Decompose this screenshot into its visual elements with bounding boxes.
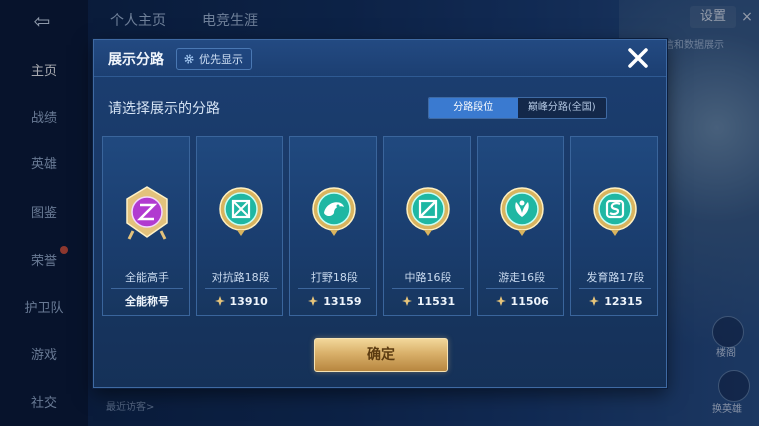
lane-title: 对抗路18段: [211, 271, 270, 284]
card-divider: [579, 288, 652, 289]
lane-score: 12315: [604, 294, 643, 308]
card-divider: [111, 288, 183, 289]
tab-lane-rank[interactable]: 分路段位: [429, 98, 518, 118]
all-round-title-row: 全能称号: [103, 292, 191, 310]
jungle-emblem-icon: [312, 187, 357, 236]
score-icon: [214, 296, 225, 306]
close-icon[interactable]: [624, 44, 652, 72]
lane-score-row: 11531: [384, 292, 472, 310]
lane-card-farm[interactable]: 发育路17段 12315: [570, 136, 659, 316]
select-lane-prompt: 请选择展示的分路: [108, 101, 220, 117]
dialog-title: 展示分路: [108, 52, 164, 68]
lane-score-row: 13910: [197, 292, 285, 310]
lane-title: 发育路17段: [586, 271, 645, 284]
card-divider: [204, 288, 277, 289]
roam-emblem-icon: [499, 187, 544, 236]
lane-card-mid[interactable]: 中路16段 11531: [383, 136, 471, 316]
lane-score-row: 12315: [571, 292, 659, 310]
lane-card-clash[interactable]: 对抗路18段 13910: [195, 136, 285, 316]
lane-title: 游走16段: [498, 271, 546, 284]
tab-peak-lane-national[interactable]: 巅峰分路(全国): [518, 98, 607, 118]
lane-score: 13159: [323, 294, 362, 308]
lane-display-dialog: 展示分路 优先显示 请选择展示的分路 分路段位 巅峰分路(全国) 全能高手 全能…: [93, 39, 667, 388]
all-round-title-label: 全能称号: [125, 295, 169, 308]
lane-card-list: 全能高手 全能称号 对抗路18段 13910 打野18段 13159 中路16段…: [102, 136, 659, 316]
lane-score: 11506: [510, 294, 549, 308]
priority-display-label: 优先显示: [199, 53, 243, 66]
lane-card-jungle[interactable]: 打野18段 13159: [289, 136, 378, 316]
score-icon: [401, 296, 412, 306]
all-round-emblem-icon: [126, 186, 168, 240]
lane-score: 11531: [416, 294, 456, 308]
lane-title: 打野18段: [310, 271, 358, 284]
card-divider: [485, 288, 558, 289]
mid-lane-emblem-icon: [406, 187, 450, 236]
lane-title: 全能高手: [125, 271, 169, 284]
priority-display-button[interactable]: 优先显示: [176, 48, 252, 70]
score-icon: [495, 296, 506, 306]
score-icon: [589, 296, 600, 306]
lane-card-roam[interactable]: 游走16段 11506: [476, 136, 566, 316]
ranking-type-toggle: 分路段位 巅峰分路(全国): [428, 97, 607, 119]
lane-score-row: 13159: [290, 292, 378, 310]
card-divider: [392, 288, 465, 289]
score-icon: [308, 296, 319, 306]
lane-score-row: 11506: [478, 292, 566, 310]
confirm-button[interactable]: 确定: [314, 338, 448, 372]
card-divider: [298, 288, 371, 289]
gear-icon: [184, 54, 194, 64]
lane-title: 中路16段: [404, 271, 452, 284]
dialog-header: 展示分路 优先显示: [94, 40, 666, 77]
clash-lane-emblem-icon: [218, 187, 263, 236]
lane-score: 13910: [229, 294, 268, 308]
farm-lane-emblem-icon: [593, 187, 638, 236]
lane-card-all-round[interactable]: 全能高手 全能称号: [102, 136, 190, 316]
